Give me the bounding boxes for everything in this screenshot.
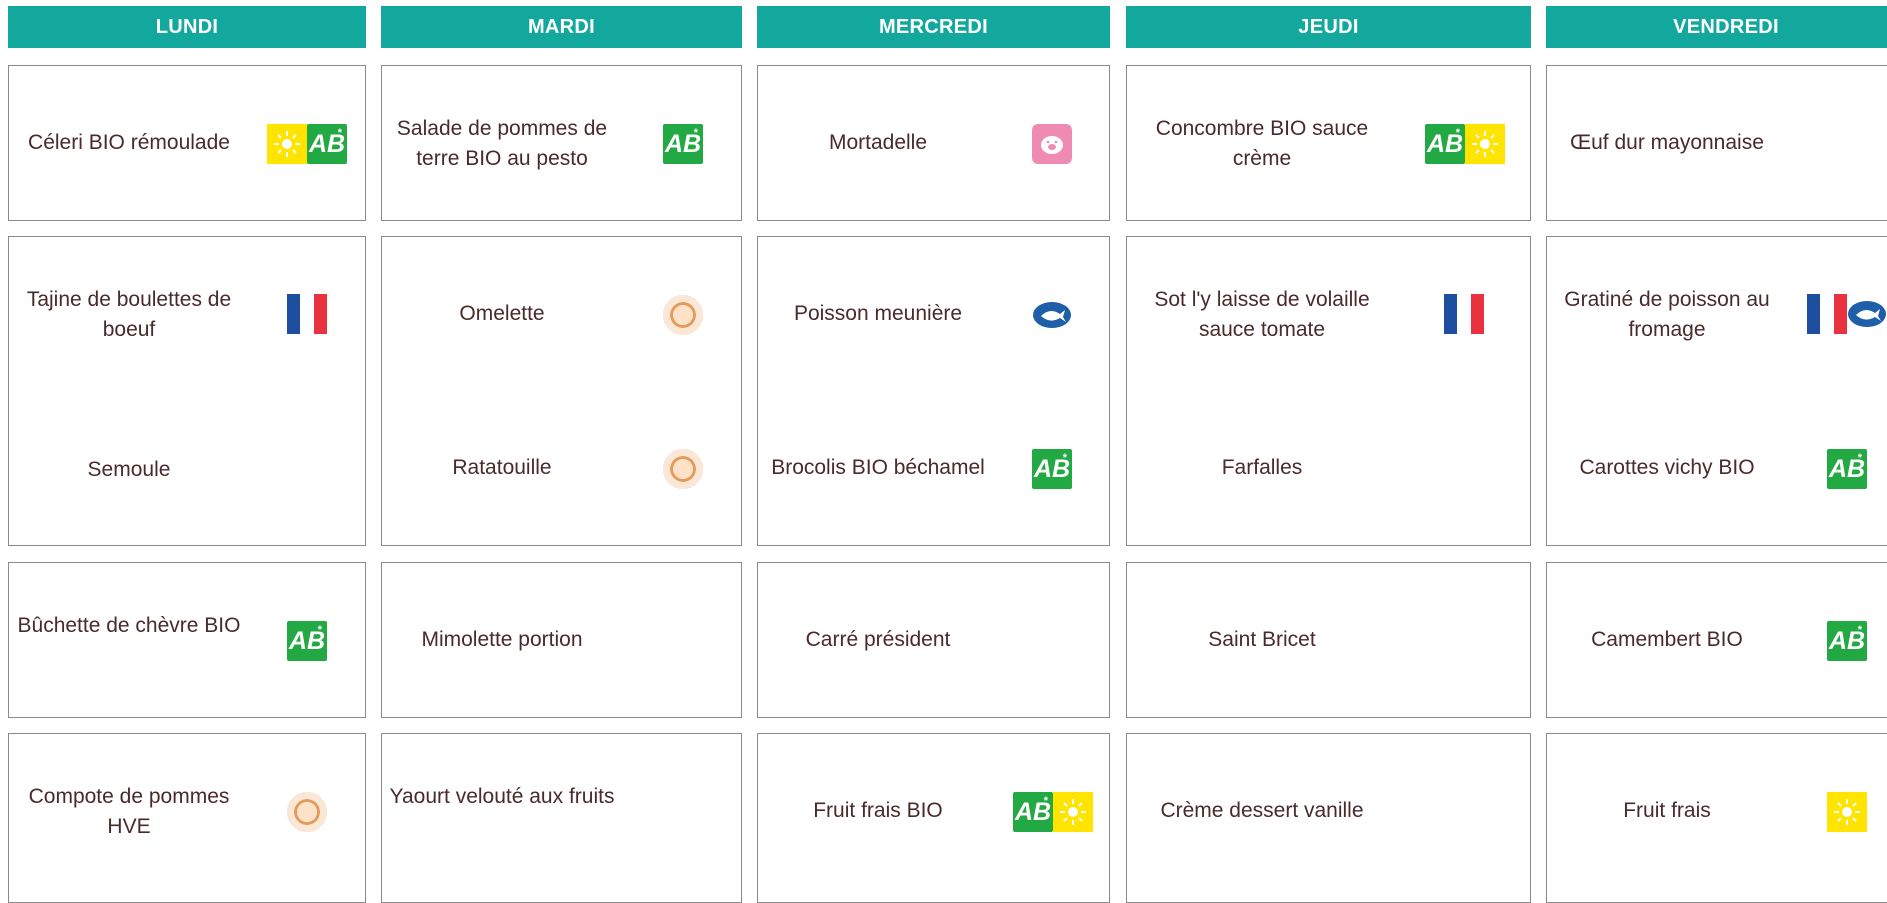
dessert-box: Crème dessert vanille — [1126, 733, 1531, 903]
day-header: MARDI — [381, 6, 742, 48]
fromage-label: Mimolette portion — [421, 628, 583, 651]
day-column-vendredi: VENDREDI Œuf dur mayonnaise Gratiné de p… — [1546, 6, 1887, 903]
ab-bio-icon: AB * — [1827, 621, 1867, 661]
ab-bio-icon: AB * — [1827, 449, 1867, 489]
plat-label: Omelette — [459, 302, 545, 325]
ab-bio-icon: AB * — [287, 621, 327, 661]
sun-icon — [267, 124, 307, 164]
day-column-mardi: MARDI Salade de pommes de terre BIO au p… — [381, 6, 742, 903]
fromage-box: Carré président — [757, 562, 1110, 718]
fromage-label: Saint Bricet — [1208, 628, 1316, 651]
plat-box: Tajine de boulettes de boeuf Semoule — [8, 236, 366, 546]
fromage-label: Camembert BIO — [1591, 628, 1743, 651]
dessert-box: Fruit frais BIO AB * — [757, 733, 1110, 903]
french-flag-icon — [1444, 294, 1484, 334]
dessert-label: Yaourt velouté aux fruits — [389, 785, 615, 808]
ab-bio-icon: AB * — [1032, 449, 1072, 489]
fromage-box: Bûchette de chèvre BIO AB * — [8, 562, 366, 718]
entree-label: Mortadelle — [828, 131, 928, 154]
entree-label: Céleri BIO rémoulade — [28, 131, 230, 154]
sun-icon — [1465, 124, 1505, 164]
dessert-box: Yaourt velouté aux fruits — [381, 733, 742, 903]
plat-label: Poisson meunière — [793, 302, 963, 325]
entree-label: Concombre BIO sauce crème — [1155, 117, 1369, 170]
fromage-box: Mimolette portion — [381, 562, 742, 718]
fromage-box: Camembert BIO AB * — [1546, 562, 1887, 718]
dessert-label: Crème dessert vanille — [1160, 799, 1364, 822]
pork-icon — [1032, 124, 1072, 164]
accomp-label: Semoule — [87, 458, 171, 481]
sun-icon — [1827, 792, 1867, 832]
hve-icon — [287, 792, 327, 832]
dessert-label: Fruit frais — [1623, 799, 1711, 822]
plat-box: Sot l'y laisse de volaille sauce tomate … — [1126, 236, 1531, 546]
plat-box: Poisson meunière Brocolis BIO béchamel A… — [757, 236, 1110, 546]
plat-label: Sot l'y laisse de volaille sauce tomate — [1154, 288, 1370, 341]
plat-box: Gratiné de poisson au fromage Carottes v… — [1546, 236, 1887, 546]
dessert-box: Fruit frais — [1546, 733, 1887, 903]
plat-label: Gratiné de poisson au fromage — [1564, 288, 1770, 341]
day-header: MERCREDI — [757, 6, 1110, 48]
sun-icon — [1053, 792, 1093, 832]
dessert-label: Compote de pommes HVE — [28, 785, 230, 838]
ab-bio-icon: AB * — [663, 124, 703, 164]
accomp-label: Ratatouille — [452, 456, 552, 479]
ab-bio-icon: AB * — [1013, 792, 1053, 832]
entree-label: Œuf dur mayonnaise — [1570, 131, 1764, 154]
fromage-box: Saint Bricet — [1126, 562, 1531, 718]
plat-label: Tajine de boulettes de boeuf — [26, 288, 232, 341]
day-column-lundi: LUNDI Céleri BIO rémoulade AB * Tajine de… — [8, 6, 366, 903]
accomp-label: Farfalles — [1221, 456, 1303, 479]
dessert-box: Compote de pommes HVE — [8, 733, 366, 903]
ab-bio-icon: AB * — [307, 124, 347, 164]
day-header: LUNDI — [8, 6, 366, 48]
ab-bio-icon: AB * — [1425, 124, 1465, 164]
entree-box: Céleri BIO rémoulade AB * — [8, 65, 366, 221]
entree-box: Concombre BIO sauce crème AB * — [1126, 65, 1531, 221]
hve-icon — [663, 449, 703, 489]
msc-fish-icon — [1032, 295, 1072, 335]
fromage-label: Carré président — [805, 628, 951, 651]
accomp-label: Carottes vichy BIO — [1579, 456, 1755, 479]
plat-box: Omelette Ratatouille — [381, 236, 742, 546]
entree-label: Salade de pommes de terre BIO au pesto — [396, 117, 608, 170]
entree-box: Salade de pommes de terre BIO au pesto A… — [381, 65, 742, 221]
msc-fish-icon — [1847, 294, 1887, 334]
entree-box: Mortadelle — [757, 65, 1110, 221]
french-flag-icon — [287, 294, 327, 334]
dessert-label: Fruit frais BIO — [813, 799, 943, 822]
french-flag-icon — [1807, 294, 1847, 334]
hve-icon — [663, 295, 703, 335]
day-header: JEUDI — [1126, 6, 1531, 48]
entree-box: Œuf dur mayonnaise — [1546, 65, 1887, 221]
accomp-label: Brocolis BIO béchamel — [771, 456, 985, 479]
day-column-jeudi: JEUDI Concombre BIO sauce crème AB * Sot … — [1126, 6, 1531, 903]
day-header: VENDREDI — [1546, 6, 1887, 48]
day-column-mercredi: MERCREDI Mortadelle Poisson meunière Bro… — [757, 6, 1110, 903]
fromage-label: Bûchette de chèvre BIO — [17, 614, 241, 637]
